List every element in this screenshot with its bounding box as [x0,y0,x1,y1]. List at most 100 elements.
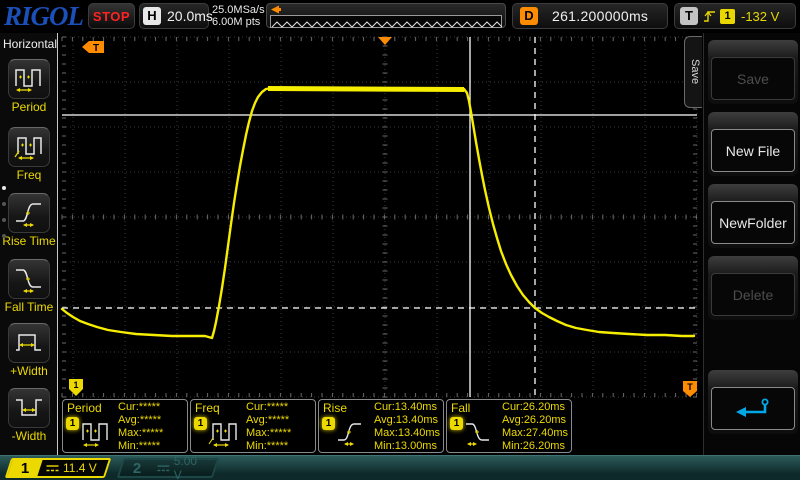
dc-coupling-icon [46,464,59,471]
freq-measure-icon [208,423,237,447]
sample-rate: 25.0MSa/s [212,4,265,16]
t-badge: T [680,7,698,25]
avg-value: ***** [267,414,290,426]
freq-icon [14,137,42,160]
measurement-name: Fall [451,401,471,415]
menu-item-plus-width[interactable]: +Width [0,323,58,378]
trigger-source-badge: 1 [720,8,735,24]
cur-value: ***** [266,401,289,413]
measurement-stats: Cur:13.40ms Avg:13.40ms Max:13.40ms Min:… [374,401,441,452]
softkey-new-file[interactable]: New File [708,112,798,176]
svg-text:T: T [93,43,99,54]
measurement-name: Freq [195,401,220,415]
measurement-panel-fall: Fall 1 Cur:26.20ms Avg:26.20ms Max:27.40… [446,399,572,453]
oscilloscope-screen: RIGOL STOP H 20.0ms 25.0MSa/s 6.00M pts … [0,0,800,480]
measurement-stats: Cur:***** Avg:***** Max:***** Min:***** [118,401,164,452]
left-measure-menu: Horizontal Period Freq Rise Time Fall Ti… [0,33,58,455]
svg-text:1: 1 [73,380,78,390]
softkey-delete[interactable]: Delete [708,256,798,320]
softkey-save[interactable]: Save [708,40,798,104]
min-value: ***** [138,440,161,452]
softkey-new-folder[interactable]: NewFolder [708,184,798,248]
softkey-label: Delete [711,273,795,316]
page-dot [2,202,6,206]
h-badge: H [143,7,161,25]
channel-number: 2 [132,460,141,477]
dc-coupling-icon [157,464,170,471]
delay-panel: D 261.200000ms [512,3,668,29]
min-value: ***** [266,440,289,452]
channel-status-bar: 1 11.4 V 2 5.00 V [0,454,800,480]
measurement-channel-badge: 1 [322,417,335,430]
menu-item-freq[interactable]: Freq [0,127,58,182]
acquisition-info: 25.0MSa/s 6.00M pts [212,4,265,28]
channel-1-badge[interactable]: 1 11.4 V [4,458,112,478]
minus-width-icon [16,399,42,416]
period-icon [15,69,41,92]
channel-scale: 5.00 V [174,454,198,480]
channel-2-badge[interactable]: 2 5.00 V [116,454,220,480]
trigger-level-offscreen-icon[interactable]: T [683,381,697,397]
memory-position-arrow-icon [271,5,281,14]
trigger-position-marker-icon[interactable] [378,37,392,45]
save-menu-tab: Save [684,36,702,108]
trigger-level-value: -132 V [741,8,780,24]
trigger-offscreen-left-icon: T [82,41,104,54]
ch1-waveform-trace [60,86,696,340]
min-value: 26.20ms [522,440,565,452]
max-value: ***** [269,427,292,439]
waveform-display: T T 1 [60,36,698,398]
period-measure-icon [82,423,108,447]
delay-value: 261.200000ms [552,8,649,24]
page-dot [2,234,6,238]
right-softkey-menu: Save New File NewFolder Delete [703,33,800,455]
menu-item-label: -Width [11,429,47,443]
avg-value: ***** [139,414,162,426]
memory-waveform-zigzag [271,21,503,28]
page-dot [2,186,6,190]
fall-measure-icon [466,423,489,446]
measurement-channel-badge: 1 [66,417,79,430]
measurement-stats: Cur:***** Avg:***** Max:***** Min:***** [246,401,292,452]
timebase-value: 20.0ms [167,8,213,24]
menu-item-label: +Width [10,364,48,378]
menu-item-label: Period [11,100,47,114]
horizontal-timebase-panel: H 20.0ms [139,3,213,29]
memory-depth: 6.00M pts [212,16,261,28]
measurement-stats: Cur:26.20ms Avg:26.20ms Max:27.40ms Min:… [502,401,569,452]
ch1-position-offscreen-icon[interactable]: 1 [69,379,83,396]
cur-value: ***** [138,401,161,413]
rise-measure-icon [338,423,361,446]
trigger-panel: T 1 -132 V [674,3,796,29]
max-value: ***** [141,427,164,439]
softkey-label: Save [711,57,795,100]
max-value: 27.40ms [525,427,569,439]
max-value: 13.40ms [397,427,441,439]
menu-item-label: Fall Time [4,300,54,314]
measurement-panel-freq: Freq 1 Cur:***** Avg:***** Max:***** Min… [190,399,316,453]
measurement-name: Rise [323,401,348,415]
page-dot [2,218,6,222]
return-arrow-icon [736,398,769,417]
measurement-panel-rise: Rise 1 Cur:13.40ms Avg:13.40ms Max:13.40… [318,399,444,453]
measurement-channel-badge: 1 [194,417,207,430]
channel-number: 1 [20,460,30,477]
softkey-label: New File [711,129,795,172]
menu-item-minus-width[interactable]: -Width [0,388,58,443]
softkey-back[interactable] [708,370,798,434]
measurement-panel-period: Period 1 Cur:***** Avg:***** Max:***** M… [62,399,188,453]
measurement-name: Period [67,401,102,415]
svg-text:T: T [687,382,693,392]
menu-item-period[interactable]: Period [0,59,58,114]
fall-time-icon [16,269,41,293]
plus-width-icon [16,334,41,351]
avg-value: 13.40ms [395,414,439,426]
menu-item-rise-time[interactable]: Rise Time [0,193,58,248]
rising-edge-icon [704,10,715,22]
channel-scale: 11.4 V [63,461,97,475]
rise-time-icon [16,203,41,227]
min-value: 13.00ms [394,440,437,452]
measurement-channel-badge: 1 [450,417,463,430]
menu-item-label: Freq [16,168,42,182]
menu-item-fall-time[interactable]: Fall Time [0,259,58,314]
